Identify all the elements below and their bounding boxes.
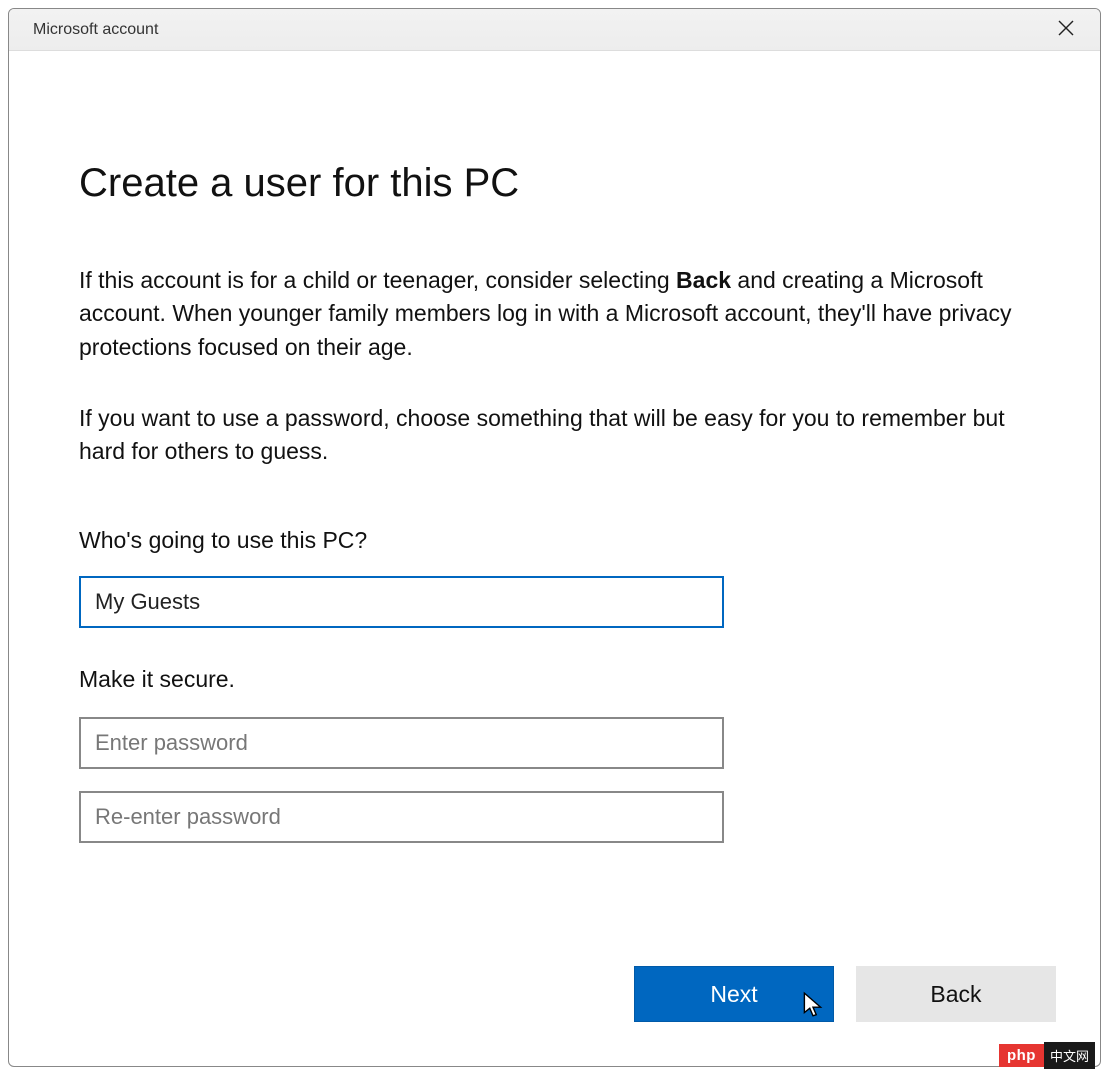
watermark-red: php [999, 1044, 1044, 1067]
dialog-window: Microsoft account Create a user for this… [8, 8, 1101, 1067]
username-input[interactable] [79, 576, 724, 628]
watermark: php 中文网 [999, 1042, 1095, 1069]
watermark-dark: 中文网 [1044, 1042, 1095, 1069]
button-row: Next Back [634, 966, 1056, 1022]
password-confirm-input[interactable] [79, 791, 724, 843]
password-section-label: Make it secure. [79, 666, 1030, 693]
titlebar: Microsoft account [9, 9, 1100, 51]
info-paragraph-2: If you want to use a password, choose so… [79, 402, 1030, 469]
close-button[interactable] [1046, 10, 1086, 50]
page-heading: Create a user for this PC [79, 161, 1030, 206]
para1-bold: Back [676, 267, 731, 293]
password-input[interactable] [79, 717, 724, 769]
next-button[interactable]: Next [634, 966, 834, 1022]
back-button[interactable]: Back [856, 966, 1056, 1022]
username-label: Who's going to use this PC? [79, 527, 1030, 554]
para1-prefix: If this account is for a child or teenag… [79, 267, 676, 293]
info-paragraph-1: If this account is for a child or teenag… [79, 264, 1030, 364]
close-icon [1058, 20, 1074, 39]
window-title: Microsoft account [33, 21, 158, 39]
dialog-content: Create a user for this PC If this accoun… [9, 51, 1100, 843]
